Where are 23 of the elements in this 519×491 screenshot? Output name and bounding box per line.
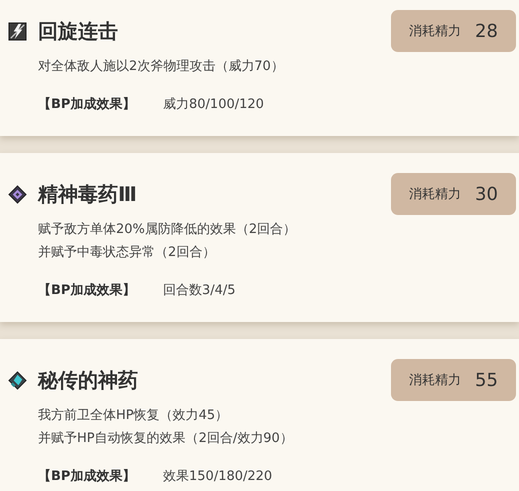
skill-description: 并赋予中毒状态异常（2回合）	[38, 244, 216, 262]
diamond-icon	[8, 184, 27, 204]
bp-value: 威力80/100/120	[163, 96, 264, 114]
skill-description: 我方前卫全体HP恢复（效力45）	[38, 407, 230, 425]
bp-label: 【BP加成效果】	[38, 96, 136, 114]
skill-title: 回旋连击	[38, 18, 118, 44]
bp-value: 效果150/180/220	[163, 468, 272, 486]
skill-title: 精神毒药Ⅲ	[38, 180, 137, 208]
bp-label: 【BP加成效果】	[38, 468, 136, 486]
cost-label: 消耗精力	[409, 23, 462, 40]
bp-value: 回合数3/4/5	[163, 282, 236, 300]
skill-description: 对全体敌人施以2次斧物理攻击（威力70）	[38, 58, 285, 76]
lightning-icon	[8, 22, 27, 40]
skill-description: 赋予敌方单体20%属防降低的效果（2回合）	[38, 221, 298, 239]
skill-title: 秘传的神药	[38, 366, 138, 394]
cost-label: 消耗精力	[409, 372, 462, 389]
skill-description: 并赋予HP自动恢复的效果（2回合/效力90）	[38, 430, 294, 448]
bp-label: 【BP加成效果】	[38, 282, 136, 300]
cost-value: 55	[475, 370, 498, 390]
cost-value: 30	[475, 184, 498, 204]
cost-value: 28	[475, 20, 498, 42]
cost-label: 消耗精力	[409, 186, 462, 203]
diamond-icon	[8, 370, 27, 390]
